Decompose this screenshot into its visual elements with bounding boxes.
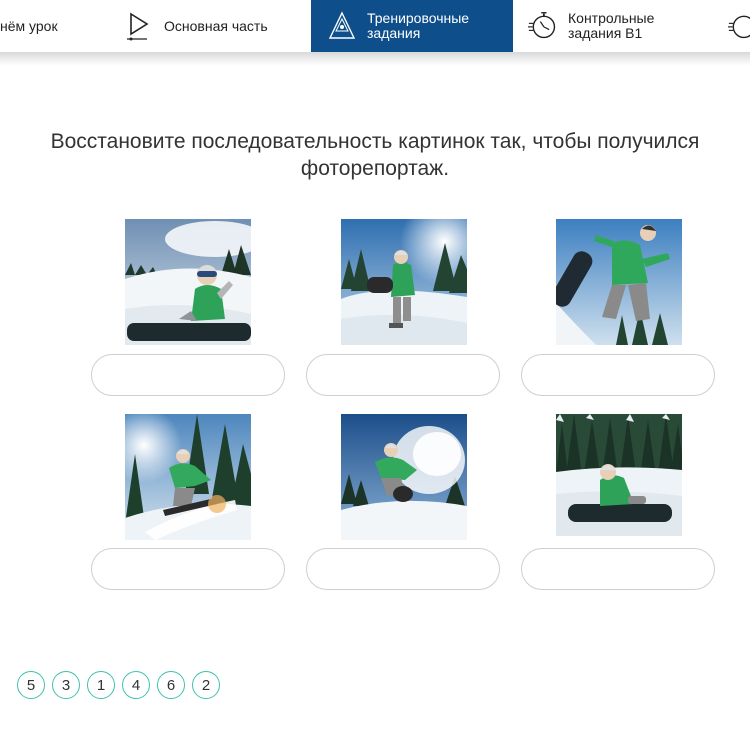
top-navigation: нём урок Основная часть Тренировочные за… <box>0 0 750 52</box>
number-chip[interactable]: 4 <box>122 671 150 699</box>
nav-item-main-part[interactable]: Основная часть <box>118 0 310 52</box>
nav-item-control[interactable]: Контрольные задания В1 <box>528 0 718 52</box>
task-instruction: Восстановите последовательность картинок… <box>50 130 700 180</box>
header-shadow <box>0 52 750 66</box>
nav-item-label: Контрольные задания В1 <box>568 10 655 41</box>
answer-slot-3[interactable] <box>521 354 715 396</box>
photo-snowboarder-spraying-snow[interactable] <box>341 414 467 540</box>
number-options: 5 3 1 4 6 2 <box>17 671 220 699</box>
answer-slot-5[interactable] <box>306 548 500 590</box>
nav-item-review[interactable]: нём урок <box>0 0 110 52</box>
answer-slot-1[interactable] <box>91 354 285 396</box>
photo-snowboarder-sitting[interactable] <box>125 219 251 345</box>
number-chip[interactable]: 5 <box>17 671 45 699</box>
triangle-icon <box>327 11 357 41</box>
play-icon <box>124 11 154 41</box>
nav-item-control-2[interactable] <box>728 0 750 52</box>
photo-snowboarder-holding-board[interactable] <box>341 219 467 345</box>
answer-slot-4[interactable] <box>91 548 285 590</box>
number-chip[interactable]: 6 <box>157 671 185 699</box>
number-chip[interactable]: 1 <box>87 671 115 699</box>
answer-slot-6[interactable] <box>521 548 715 590</box>
stopwatch-icon <box>728 11 750 41</box>
nav-item-label: Основная часть <box>164 17 268 34</box>
nav-item-training[interactable]: Тренировочные задания <box>311 0 513 52</box>
photo-snowboarder-riding-forest[interactable] <box>125 414 251 540</box>
number-chip[interactable]: 3 <box>52 671 80 699</box>
photo-snowboarder-jumping[interactable] <box>556 219 682 345</box>
nav-item-label: Тренировочные задания <box>367 10 470 41</box>
stopwatch-icon <box>528 11 558 41</box>
nav-item-label: нём урок <box>0 17 58 34</box>
photo-snowboarder-sitting-forest[interactable] <box>556 414 682 540</box>
answer-slot-2[interactable] <box>306 354 500 396</box>
number-chip[interactable]: 2 <box>192 671 220 699</box>
